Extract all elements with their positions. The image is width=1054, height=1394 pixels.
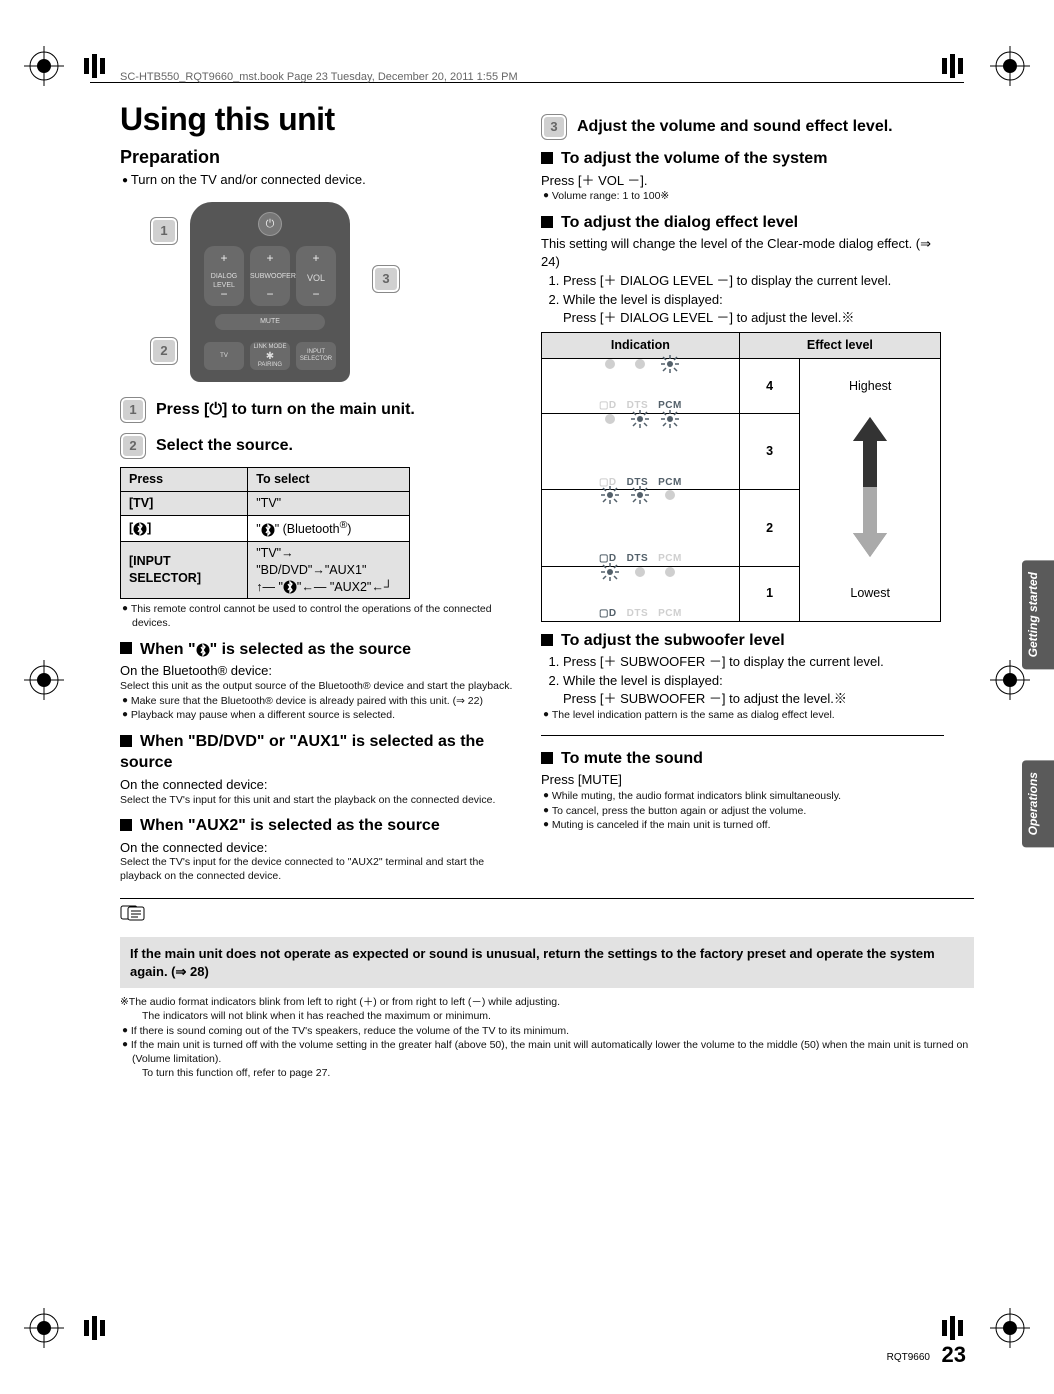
footnote-1b: The indicators will not blink when it ha… — [120, 1010, 974, 1024]
bt-bullet2: Playback may pause when a different sour… — [120, 709, 523, 723]
remote-control-illustration: ⏻ +DIALOG LEVEL− +SUBWOOFER− +VOL− MUTE … — [150, 197, 400, 387]
square-bullet-icon — [541, 634, 553, 646]
indicator-burst-icon — [630, 409, 650, 434]
mute-b1: While muting, the audio format indicator… — [541, 790, 944, 804]
indicator-burst-icon — [660, 354, 680, 379]
dialog-heading: To adjust the dialog effect level — [561, 214, 798, 231]
sub-step2: While the level is displayed: Press [＋ S… — [563, 672, 944, 707]
page-title: Using this unit — [120, 98, 523, 141]
indicator-burst-icon — [630, 485, 650, 510]
step-2-badge-icon: 2 — [120, 433, 146, 459]
mute-line: Press [MUTE] — [541, 771, 944, 789]
footnote-3a: If the main unit is turned off with the … — [120, 1039, 974, 1066]
dialog-step2: While the level is displayed: Press [＋ D… — [563, 291, 944, 326]
sub-note: The level indication pattern is the same… — [541, 709, 944, 723]
indicator-dot-icon — [630, 354, 650, 379]
bt-line1: On the Bluetooth® device: — [120, 662, 523, 680]
bddvd-line1: On the connected device: — [120, 776, 523, 794]
indicator-dot-icon — [600, 354, 620, 379]
aux2-line1: On the connected device: — [120, 839, 523, 857]
subwoofer-heading: To adjust the subwoofer level — [561, 632, 785, 649]
square-bullet-icon — [120, 819, 132, 831]
mute-b3: Muting is canceled if the main unit is t… — [541, 819, 944, 833]
indicator-dot-icon — [660, 485, 680, 510]
indicator-dot-icon — [600, 409, 620, 434]
step-3-text: Adjust the volume and sound effect level… — [577, 116, 893, 138]
callout-2-icon: 2 — [150, 337, 178, 365]
footnote-3b: To turn this function off, refer to page… — [120, 1067, 974, 1081]
gradient-arrow-icon — [853, 417, 887, 557]
aux2-line2: Select the TV's input for the device con… — [120, 856, 523, 883]
volume-heading: To adjust the volume of the system — [561, 150, 827, 167]
preparation-bullet: Turn on the TV and/or connected device. — [120, 171, 523, 189]
square-bullet-icon — [120, 735, 132, 747]
dialog-intro: This setting will change the level of th… — [541, 235, 944, 270]
square-bullet-icon — [541, 152, 553, 164]
step-2-text: Select the source. — [156, 435, 293, 457]
bt-line2: Select this unit as the output source of… — [120, 680, 523, 694]
square-bullet-icon — [120, 642, 132, 654]
mute-heading: To mute the sound — [561, 750, 703, 767]
note-icon — [120, 905, 146, 926]
power-button-icon: ⏻ — [258, 212, 282, 236]
remote-note: This remote control cannot be used to co… — [120, 603, 523, 630]
indicator-dot-icon — [630, 562, 650, 587]
effect-level-table: IndicationEffect level ▢DDTSPCM 4 Highes… — [541, 332, 941, 622]
aux2-heading: When "AUX2" is selected as the source — [140, 817, 440, 834]
indicator-burst-icon — [600, 485, 620, 510]
square-bullet-icon — [541, 752, 553, 764]
indicator-dot-icon — [660, 562, 680, 587]
press-select-table: PressTo select [TV]"TV" [] "" (Bluetooth… — [120, 467, 410, 599]
preparation-heading: Preparation — [120, 145, 523, 169]
footnote-2: If there is sound coming out of the TV's… — [120, 1025, 974, 1039]
step-3-badge-icon: 3 — [541, 114, 567, 140]
step-1-text: Press [⏻] to turn on the main unit. — [156, 399, 415, 421]
side-tab-operations: Operations — [1022, 760, 1054, 847]
pdf-header-line: SC-HTB550_RQT9660_mst.book Page 23 Tuesd… — [120, 70, 518, 85]
bluetooth-icon — [283, 580, 297, 594]
bddvd-heading: When "BD/DVD" or "AUX1" is selected as t… — [120, 733, 484, 772]
callout-1-icon: 1 — [150, 217, 178, 245]
page-number: 23 — [942, 1340, 966, 1370]
doc-code: RQT9660 — [887, 1351, 930, 1365]
footnote-1a: ※The audio format indicators blink from … — [120, 996, 974, 1010]
square-bullet-icon — [541, 216, 553, 228]
sub-step1: Press [＋ SUBWOOFER －] to display the cur… — [563, 653, 944, 671]
indicator-burst-icon — [600, 562, 620, 587]
callout-3-icon: 3 — [372, 265, 400, 293]
volume-line: Press [＋ VOL －]. — [541, 172, 944, 190]
volume-range: Volume range: 1 to 100※ — [541, 190, 944, 204]
bluetooth-icon — [196, 642, 210, 656]
bluetooth-icon — [133, 522, 147, 536]
bt-bullet1: Make sure that the Bluetooth® device is … — [120, 695, 523, 709]
bluetooth-icon — [261, 523, 275, 537]
indicator-burst-icon — [660, 409, 680, 434]
side-tab-getting-started: Getting started — [1022, 560, 1054, 669]
mute-b2: To cancel, press the button again or adj… — [541, 805, 944, 819]
step-1-badge-icon: 1 — [120, 397, 146, 423]
dialog-step1: Press [＋ DIALOG LEVEL －] to display the … — [563, 272, 944, 290]
bddvd-line2: Select the TV's input for this unit and … — [120, 794, 523, 808]
factory-reset-note: If the main unit does not operate as exp… — [120, 937, 974, 988]
